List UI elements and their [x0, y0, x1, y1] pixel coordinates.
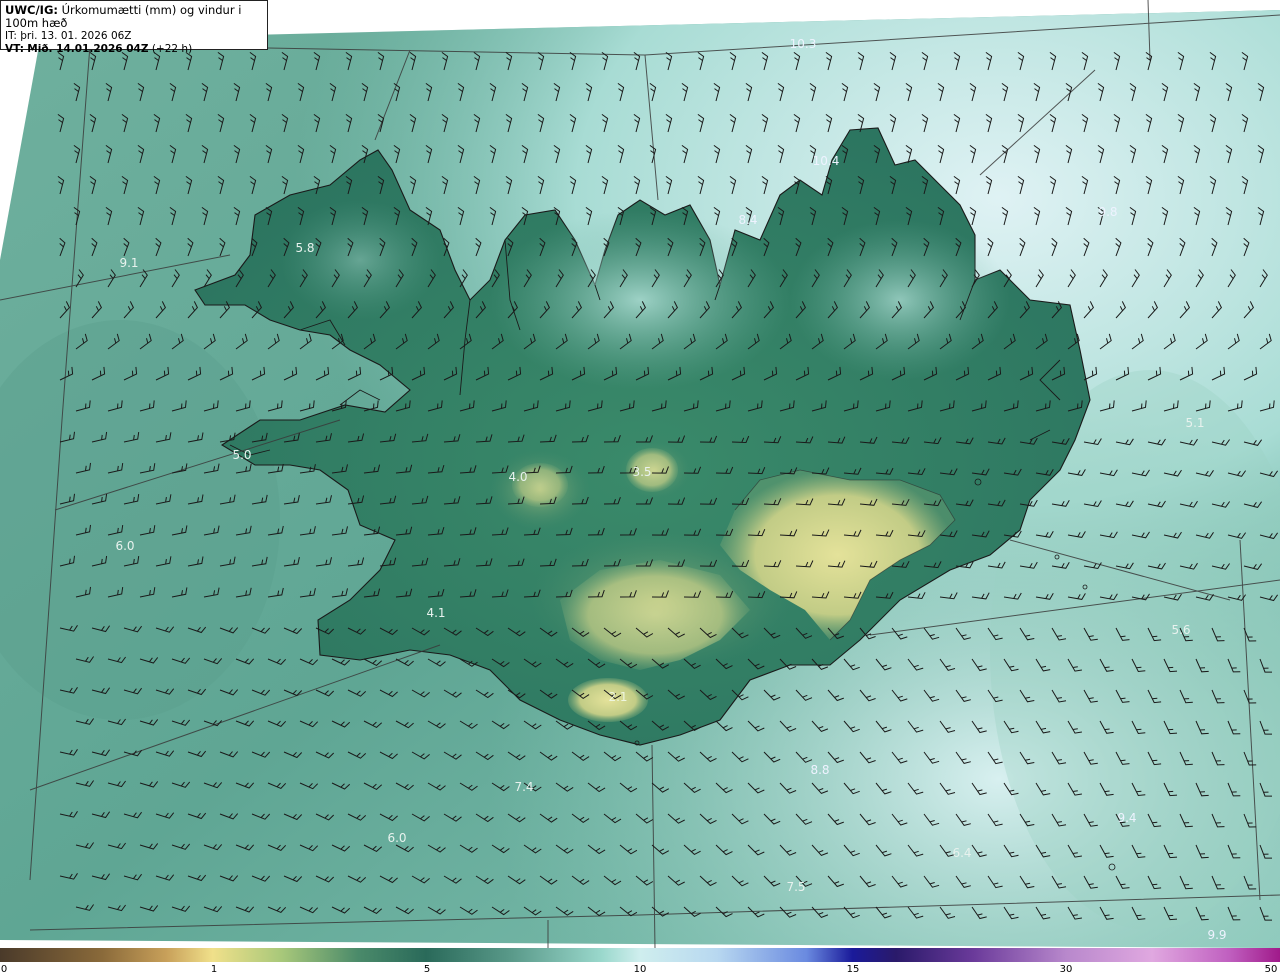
model-name: UWC/IG:	[5, 3, 58, 17]
value-label: 9.9	[1207, 928, 1227, 942]
colorbar: 0 1 5 10 15 30 50	[0, 948, 1280, 978]
value-label: 10.3	[789, 37, 817, 51]
colorbar-tick: 0	[0, 964, 8, 975]
value-label: 7.4	[514, 780, 534, 794]
valid-time-line: VT: Mið. 14.01.2026 04Z (+22 h)	[5, 43, 263, 56]
header-panel: UWC/IG: Úrkomumætti (mm) og vindur i 100…	[0, 0, 268, 55]
value-label: 2.1	[608, 690, 628, 704]
value-label: 5.6	[1171, 623, 1191, 637]
colorbar-tick: 10	[633, 964, 647, 975]
colorbar-tick: 1	[210, 964, 218, 975]
colorbar-tick: 15	[846, 964, 860, 975]
header-title-line: UWC/IG: Úrkomumætti (mm) og vindur i 100…	[5, 4, 263, 30]
value-label: 6.0	[115, 539, 135, 553]
lead-time: (+22 h)	[151, 43, 193, 55]
colorbar-tick: 30	[1059, 964, 1073, 975]
value-label: 9.4	[1117, 811, 1137, 825]
colorbar-tick: 5	[423, 964, 431, 975]
value-label: 7.5	[786, 880, 806, 894]
value-label: 9.1	[119, 256, 139, 270]
value-label: 8.8	[810, 763, 830, 777]
valid-time-prefix: VT:	[5, 43, 24, 55]
colorbar-tick: 50	[1264, 964, 1278, 975]
valid-time: Mið. 14.01.2026 04Z	[27, 43, 149, 55]
value-label: 5.8	[295, 241, 315, 255]
value-label: 5.0	[232, 448, 252, 462]
issue-time: IT: þri. 13. 01. 2026 06Z	[5, 30, 132, 42]
value-label: 10.4	[812, 154, 840, 168]
colorbar-gradient	[0, 948, 1280, 962]
value-label: 6.0	[387, 831, 407, 845]
value-label: 5.1	[1185, 416, 1205, 430]
value-label: 4.1	[426, 606, 446, 620]
value-label: 6.4	[952, 846, 972, 860]
value-label: 4.0	[508, 470, 528, 484]
map-area: 10.3 10.4 8.4 9.8 5.8 9.1 5.0 4.0 3.5 5.…	[0, 0, 1280, 948]
value-label: 9.8	[1098, 205, 1118, 219]
value-label: 8.4	[738, 213, 758, 227]
value-label: 3.5	[632, 465, 652, 479]
